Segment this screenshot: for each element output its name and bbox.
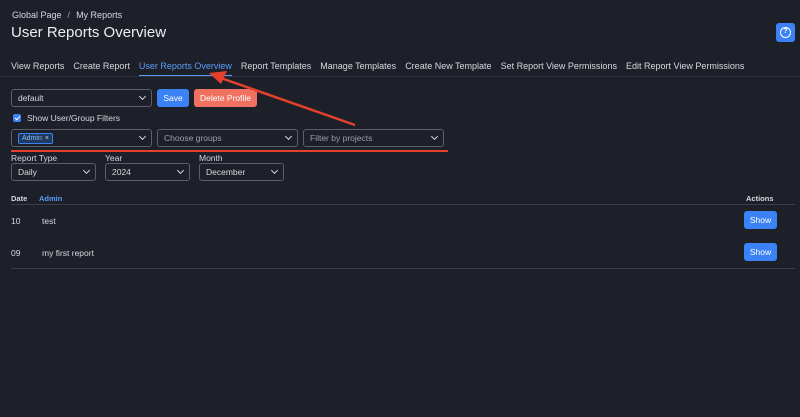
tabs-divider	[0, 76, 800, 77]
breadcrumb-global-page[interactable]: Global Page	[12, 10, 62, 20]
show-filters-toggle[interactable]: Show User/Group Filters	[13, 113, 120, 123]
column-header-date[interactable]: Date	[11, 194, 27, 203]
year-value: 2024	[112, 167, 131, 177]
breadcrumb-my-reports[interactable]: My Reports	[76, 10, 122, 20]
projects-placeholder: Filter by projects	[310, 133, 373, 143]
breadcrumb: Global Page / My Reports	[12, 10, 122, 20]
show-filters-label: Show User/Group Filters	[27, 113, 121, 123]
month-label: Month	[199, 153, 223, 163]
tab-set-report-view-permissions[interactable]: Set Report View Permissions	[501, 61, 617, 76]
breadcrumb-separator: /	[67, 10, 71, 20]
report-type-select[interactable]: Daily	[11, 163, 96, 181]
annotation-underline	[11, 150, 448, 152]
tab-report-templates[interactable]: Report Templates	[241, 61, 311, 76]
year-select[interactable]: 2024	[105, 163, 190, 181]
chevron-down-icon	[270, 166, 279, 175]
users-multiselect[interactable]: Admin ×	[11, 129, 152, 147]
month-value: December	[206, 167, 246, 177]
question-circle-icon: ?	[780, 27, 791, 38]
year-label: Year	[105, 153, 123, 163]
save-button[interactable]: Save	[157, 89, 189, 107]
user-tag-label: Admin	[22, 134, 42, 142]
tab-edit-report-view-permissions[interactable]: Edit Report View Permissions	[626, 61, 744, 76]
row-title: test	[42, 216, 56, 226]
show-report-button[interactable]: Show	[744, 243, 777, 261]
projects-select[interactable]: Filter by projects	[303, 129, 444, 147]
show-filters-checkbox[interactable]	[13, 114, 21, 122]
user-tag-admin: Admin ×	[18, 132, 53, 144]
show-report-button[interactable]: Show	[744, 211, 777, 229]
tab-bar: View Reports Create Report User Reports …	[11, 61, 753, 76]
chevron-down-icon	[176, 166, 185, 175]
chevron-down-icon	[138, 92, 147, 101]
column-header-actions: Actions	[746, 194, 774, 203]
tab-create-report[interactable]: Create Report	[73, 61, 130, 76]
tab-user-reports-overview[interactable]: User Reports Overview	[138, 61, 232, 76]
profile-select-value: default	[18, 93, 44, 103]
month-select[interactable]: December	[199, 163, 284, 181]
column-header-user[interactable]: Admin	[39, 194, 62, 203]
row-date: 09	[11, 248, 21, 258]
help-button[interactable]: ?	[776, 23, 795, 42]
remove-tag-icon[interactable]: ×	[45, 135, 49, 142]
table-header-divider	[11, 204, 795, 205]
chevron-down-icon	[138, 132, 147, 141]
page-title: User Reports Overview	[11, 24, 167, 41]
report-type-label: Report Type	[11, 153, 58, 163]
row-date: 10	[11, 216, 21, 226]
profile-select[interactable]: default	[11, 89, 152, 107]
delete-profile-button[interactable]: Delete Profile	[194, 89, 257, 107]
chevron-down-icon	[82, 166, 91, 175]
table-bottom-divider	[11, 268, 795, 269]
groups-placeholder: Choose groups	[164, 133, 222, 143]
report-type-value: Daily	[18, 167, 37, 177]
row-title: my first report	[42, 248, 94, 258]
tab-create-new-template[interactable]: Create New Template	[405, 61, 491, 76]
tab-view-reports[interactable]: View Reports	[11, 61, 64, 76]
tab-manage-templates[interactable]: Manage Templates	[320, 61, 396, 76]
chevron-down-icon	[430, 132, 439, 141]
groups-select[interactable]: Choose groups	[157, 129, 298, 147]
chevron-down-icon	[284, 132, 293, 141]
